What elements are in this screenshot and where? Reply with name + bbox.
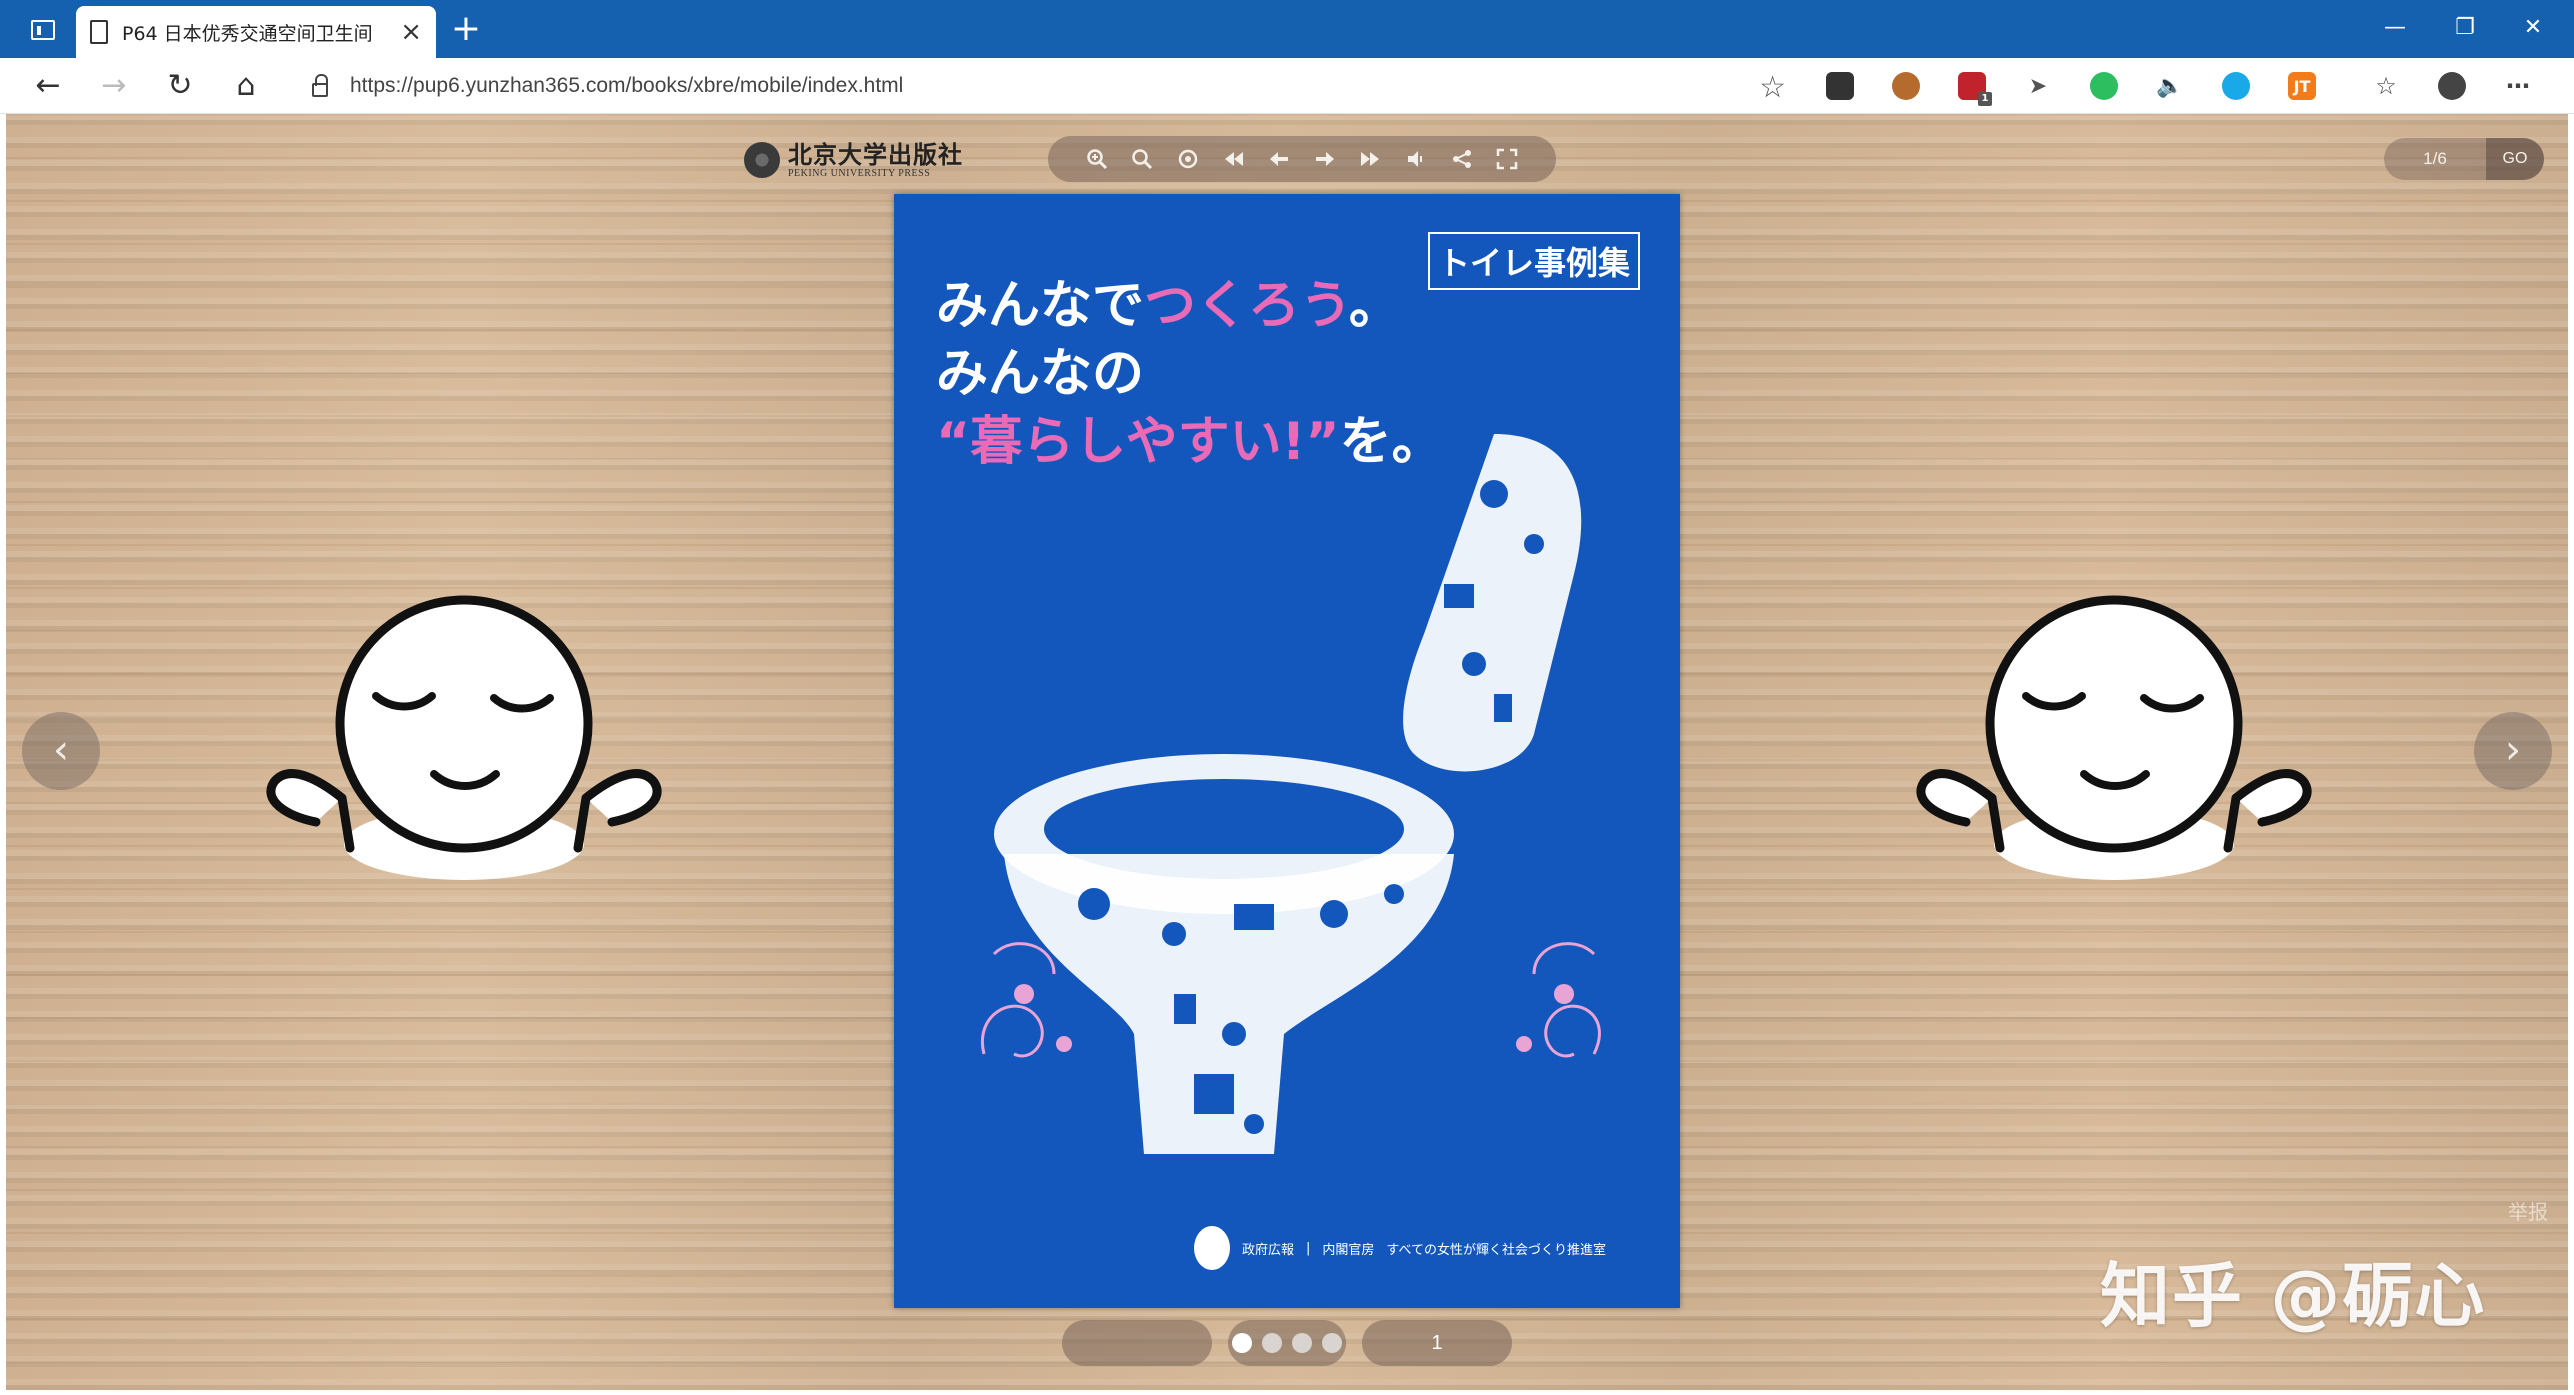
share-icon[interactable] (1447, 144, 1477, 174)
tab-actions-button[interactable] (16, 10, 70, 50)
extension-pinwheel-icon[interactable] (2222, 72, 2250, 100)
page-dot[interactable] (1262, 1333, 1282, 1353)
prev-page-icon[interactable] (1264, 144, 1294, 174)
extension-send-icon[interactable]: ➤ (2024, 72, 2052, 100)
tab-title: P64 日本优秀交通空间卫生间设计 (122, 22, 372, 45)
extension-ublock-icon[interactable]: 1 (1958, 72, 1992, 106)
autoplay-icon[interactable] (1173, 144, 1203, 174)
address-bar[interactable]: https://pup6.yunzhan365.com/books/xbre/m… (290, 62, 1800, 110)
restore-button[interactable]: ❐ (2432, 8, 2498, 48)
page-dot[interactable] (1322, 1333, 1342, 1353)
footer-dept: すべての女性が輝く社会づくり推進室 (1386, 1242, 1606, 1258)
cover-footer: 政府広報 | 内閣官房 すべての女性が輝く社会づくり推進室 (1194, 1226, 1606, 1270)
next-page-arrow[interactable]: › (2474, 712, 2552, 790)
url-text: https://pup6.yunzhan365.com/books/xbre/m… (350, 74, 904, 97)
close-window-button[interactable]: ✕ (2500, 8, 2566, 48)
new-tab-button[interactable]: + (446, 10, 486, 50)
cover-tag: トイレ事例集 (1427, 232, 1640, 290)
home-button[interactable]: ⌂ (226, 66, 266, 106)
refresh-button[interactable]: ↻ (160, 66, 200, 106)
reader-toolbar (1048, 136, 1556, 182)
publisher-name-cn: 北京大学出版社 (788, 139, 963, 169)
title-bar: P64 日本优秀交通空间卫生间设计 × + — ❐ ✕ (0, 0, 2574, 58)
zoom-in-icon[interactable] (1082, 144, 1112, 174)
headline-line1-white: みんなで (936, 276, 1145, 336)
publisher-logo: 北京大学出版社 PEKING UNIVERSITY PRESS (744, 140, 963, 180)
mascot-right-illustration (1916, 595, 2312, 880)
go-button[interactable]: GO (2486, 138, 2544, 180)
page-dots (1228, 1320, 1346, 1366)
search-icon[interactable] (1127, 144, 1157, 174)
last-page-icon[interactable] (1355, 144, 1385, 174)
headline-line2: みんなの (936, 344, 1145, 404)
tab-actions-icon (31, 20, 55, 40)
book-page[interactable]: トイレ事例集 みんなでつくろう。 みんなの “暮らしやすい!”を。 政府広報 |… (894, 194, 1680, 1308)
extension-badge: 1 (1978, 92, 1992, 106)
page-jump: 1/6 GO (2384, 138, 2544, 180)
publisher-name-en: PEKING UNIVERSITY PRESS (788, 167, 931, 179)
profile-avatar[interactable] (2438, 72, 2466, 100)
extension-sound-icon[interactable]: 🔈 (2156, 72, 2184, 100)
forward-button[interactable]: → (94, 66, 134, 106)
report-link[interactable]: 举报 (2508, 1196, 2548, 1225)
browser-tab[interactable]: P64 日本优秀交通空间卫生间设计 × (76, 6, 436, 58)
headline-line1-pink: つくろう (1144, 276, 1349, 336)
page-dot[interactable] (1292, 1333, 1312, 1353)
favorite-star-icon[interactable]: ☆ (1759, 70, 1786, 105)
bottom-border (0, 1390, 2574, 1395)
government-logo-icon (1194, 1226, 1230, 1270)
extension-jt-icon[interactable]: JT (2288, 72, 2316, 100)
extension-tampermonkey-icon[interactable] (1892, 72, 1920, 100)
minimize-button[interactable]: — (2362, 8, 2428, 48)
tab-close-button[interactable]: × (400, 19, 422, 45)
footer-org: 政府広報 (1242, 1242, 1295, 1258)
back-button[interactable]: ← (28, 66, 68, 106)
current-page-number[interactable]: 1 (1362, 1320, 1512, 1366)
thumbnail-toggle[interactable] (1062, 1320, 1212, 1366)
next-page-icon[interactable] (1310, 144, 1340, 174)
footer-office: 内閣官房 (1322, 1242, 1375, 1258)
lock-icon (312, 74, 328, 97)
page-dot[interactable] (1232, 1333, 1252, 1353)
footer-separator: | (1306, 1240, 1311, 1256)
favorites-icon[interactable]: ☆ (2372, 72, 2400, 100)
prev-page-arrow[interactable]: ‹ (22, 712, 100, 790)
headline-line1-end: 。 (1348, 276, 1401, 336)
page-icon (90, 20, 108, 44)
sound-icon[interactable] (1401, 144, 1431, 174)
headline-quote-open: “ (936, 412, 971, 472)
publisher-seal-icon (744, 142, 780, 178)
page-indicator[interactable]: 1/6 (2384, 138, 2486, 180)
fullscreen-icon[interactable] (1492, 144, 1522, 174)
extension-undo-icon[interactable] (1826, 72, 1854, 100)
extension-evernote-icon[interactable] (2090, 72, 2118, 100)
watermark: 知乎 @砺心 (2100, 1255, 2487, 1337)
more-menu-icon[interactable]: ⋯ (2504, 72, 2532, 100)
browser-toolbar: ← → ↻ ⌂ https://pup6.yunzhan365.com/book… (0, 58, 2574, 114)
mascot-left-illustration (266, 595, 662, 880)
first-page-icon[interactable] (1219, 144, 1249, 174)
toilet-illustration (980, 434, 1601, 1154)
